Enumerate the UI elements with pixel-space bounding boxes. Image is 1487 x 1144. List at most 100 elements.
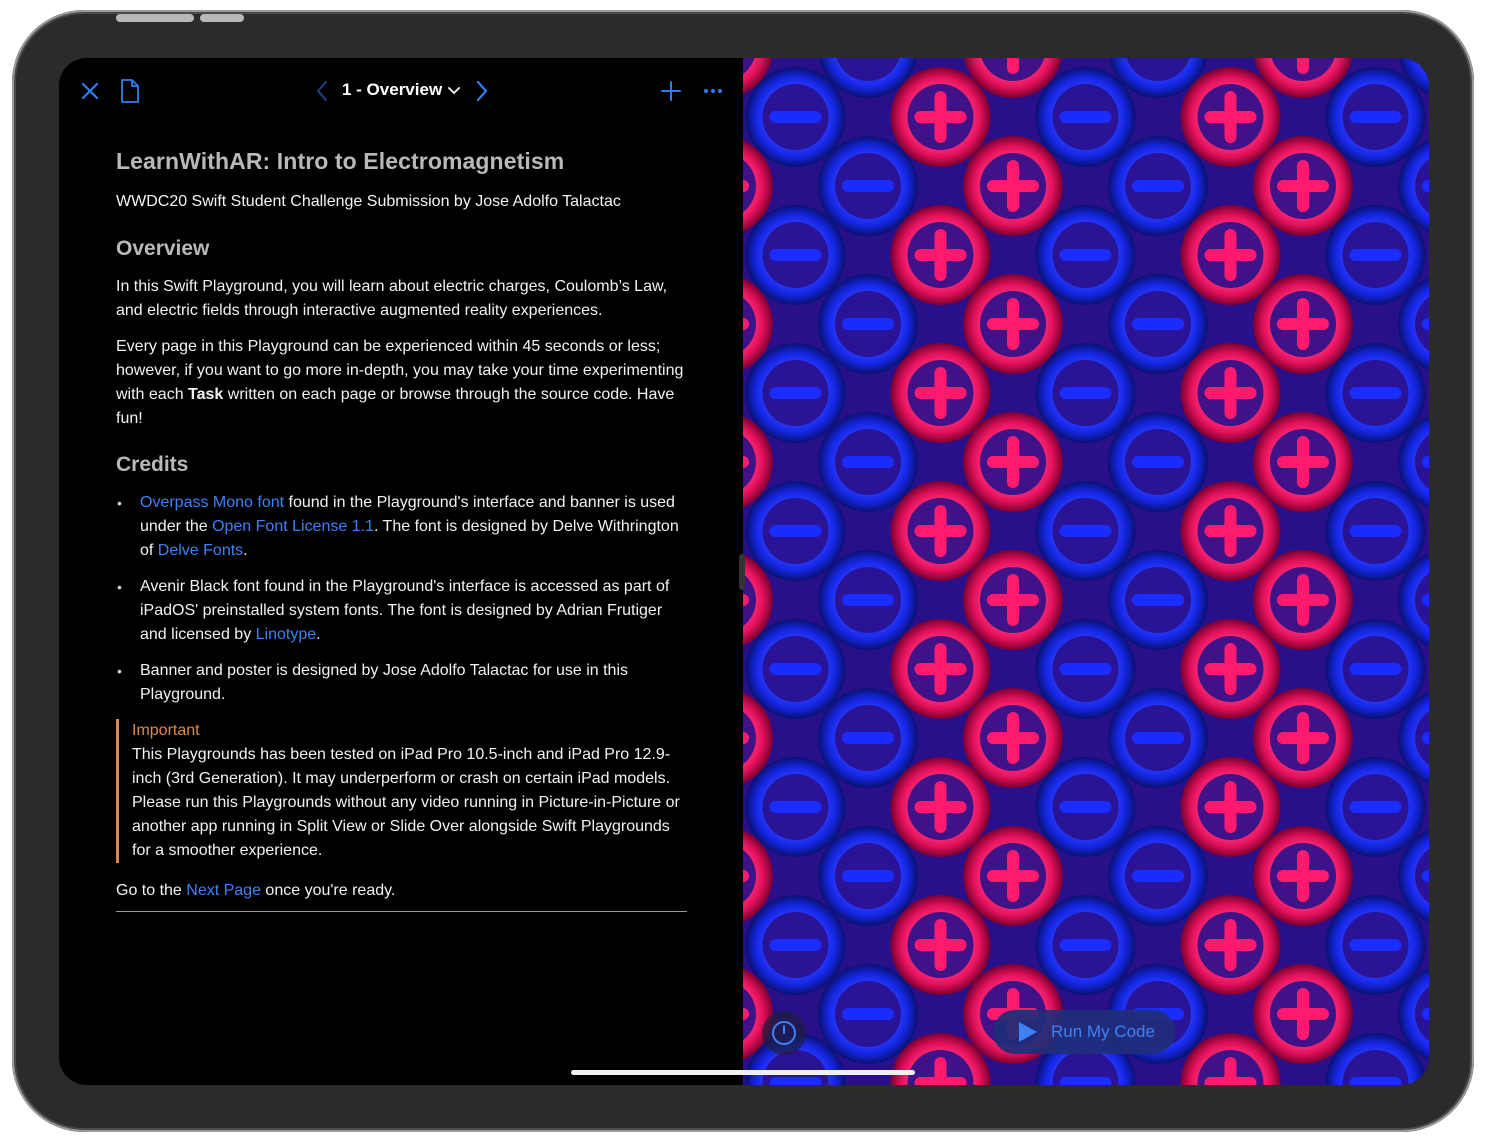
link-delve-fonts[interactable]: Delve Fonts: [158, 542, 243, 559]
negative-charge: [818, 826, 918, 926]
positive-charge: [1180, 481, 1281, 581]
overview-paragraph: Every page in this Playground can be exp…: [116, 335, 688, 431]
negative-charge: [1035, 67, 1136, 167]
negative-charge: [818, 688, 918, 788]
overview-paragraph: In this Swift Playground, you will learn…: [116, 278, 668, 319]
negative-charge: [745, 481, 846, 581]
negative-charge: [1035, 757, 1136, 857]
negative-charge: [745, 205, 846, 305]
important-text: This Playgrounds has been tested on iPad…: [132, 746, 680, 859]
link-open-font-license[interactable]: Open Font License 1.1: [212, 518, 374, 535]
plus-icon[interactable]: [658, 78, 684, 104]
negative-charge: [745, 67, 846, 167]
volume-button: [200, 14, 244, 22]
negative-charge: [1035, 481, 1136, 581]
negative-charge: [1035, 619, 1136, 719]
negative-charge: [1035, 895, 1136, 995]
list-item: Overpass Mono font found in the Playgrou…: [116, 491, 688, 563]
positive-charge: [890, 205, 991, 305]
negative-charge: [818, 550, 918, 650]
negative-charge: [745, 895, 846, 995]
close-icon[interactable]: [77, 78, 103, 104]
positive-charge: [1253, 136, 1353, 236]
charges-pattern: [743, 58, 1429, 1085]
positive-charge: [1253, 826, 1353, 926]
positive-charge: [890, 757, 991, 857]
positive-charge: [963, 412, 1063, 512]
negative-charge: [745, 343, 846, 443]
list-item: Banner and poster is designed by Jose Ad…: [116, 659, 688, 707]
home-indicator: [571, 1070, 915, 1075]
page-title: 1 - Overview: [342, 80, 443, 99]
negative-charge: [1108, 688, 1208, 788]
negative-charge: [1108, 826, 1208, 926]
text: .: [316, 626, 321, 643]
text: Go to the: [116, 882, 187, 899]
positive-charge: [1253, 688, 1353, 788]
negative-charge: [1325, 757, 1426, 857]
negative-charge: [1325, 895, 1426, 995]
positive-charge: [890, 895, 991, 995]
doc-subtitle: WWDC20 Swift Student Challenge Submissio…: [116, 193, 621, 210]
negative-charge: [1108, 274, 1208, 374]
negative-charge: [745, 619, 846, 719]
speedometer-icon[interactable]: [762, 1011, 806, 1055]
chevron-left-icon[interactable]: [309, 78, 335, 104]
doc-title: LearnWithAR: Intro to Electromagnetism: [116, 148, 565, 174]
chevron-down-icon: [448, 80, 461, 100]
positive-charge: [890, 67, 991, 167]
important-callout: Important This Playgrounds has been test…: [116, 719, 688, 863]
text: Avenir Black font found in the Playgroun…: [140, 578, 670, 643]
positive-charge: [1180, 895, 1281, 995]
document-icon[interactable]: [117, 78, 143, 104]
run-my-code-label: Run My Code: [1051, 1022, 1155, 1041]
live-view[interactable]: [743, 58, 1429, 1085]
credits-list: Overpass Mono font found in the Playgrou…: [116, 491, 688, 707]
negative-charge: [1325, 343, 1426, 443]
positive-charge: [1253, 550, 1353, 650]
positive-charge: [1253, 412, 1353, 512]
positive-charge: [1180, 343, 1281, 443]
negative-charge: [1325, 481, 1426, 581]
task-bold: Task: [188, 386, 224, 403]
page-title-menu[interactable]: 1 - Overview: [342, 80, 461, 100]
negative-charge: [1325, 67, 1426, 167]
negative-charge: [1108, 136, 1208, 236]
link-linotype[interactable]: Linotype: [256, 626, 317, 643]
positive-charge: [1253, 964, 1353, 1064]
list-item: Avenir Black font found in the Playgroun…: [116, 575, 688, 647]
negative-charge: [1108, 550, 1208, 650]
positive-charge: [1180, 205, 1281, 305]
split-handle[interactable]: [739, 554, 745, 590]
negative-charge: [745, 757, 846, 857]
overview-heading: Overview: [116, 237, 210, 260]
footer-paragraph: Go to the Next Page once you're ready.: [116, 879, 688, 903]
text: once you're ready.: [260, 882, 396, 899]
divider-line: [116, 911, 687, 912]
positive-charge: [890, 619, 991, 719]
negative-charge: [818, 274, 918, 374]
negative-charge: [1325, 205, 1426, 305]
chevron-right-icon[interactable]: [469, 78, 495, 104]
ellipsis-icon[interactable]: [700, 78, 726, 104]
negative-charge: [818, 412, 918, 512]
positive-charge: [963, 688, 1063, 788]
link-overpass-mono[interactable]: Overpass Mono font: [140, 494, 284, 511]
positive-charge: [963, 136, 1063, 236]
run-my-code-button[interactable]: Run My Code: [993, 1010, 1175, 1054]
toolbar: 1 - Overview: [59, 58, 743, 124]
text: .: [243, 542, 248, 559]
negative-charge: [1108, 412, 1208, 512]
negative-charge: [1325, 619, 1426, 719]
link-next-page[interactable]: Next Page: [186, 882, 261, 899]
document-pane: 1 - Overview LearnWithAR: Intro to Elect…: [59, 58, 743, 1085]
negative-charge: [818, 964, 918, 1064]
document-content: LearnWithAR: Intro to Electromagnetism W…: [116, 148, 688, 915]
negative-charge: [818, 136, 918, 236]
positive-charge: [963, 274, 1063, 374]
screen: 1 - Overview LearnWithAR: Intro to Elect…: [59, 58, 1429, 1085]
positive-charge: [890, 481, 991, 581]
important-label: Important: [132, 722, 200, 739]
positive-charge: [1180, 619, 1281, 719]
positive-charge: [1180, 67, 1281, 167]
